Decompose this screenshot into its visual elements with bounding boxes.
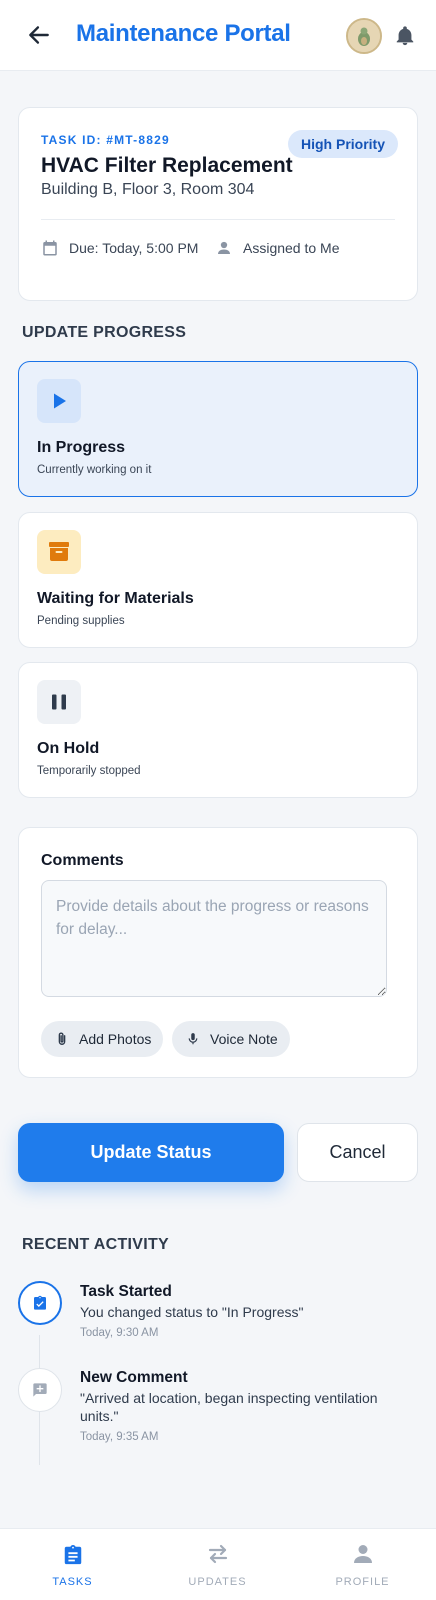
task-id: TASK ID: #MT-8829	[41, 133, 170, 147]
activity-title: Task Started	[80, 1283, 172, 1300]
timeline-dot	[18, 1281, 62, 1325]
app-title: Maintenance Portal	[76, 20, 291, 47]
assignee: Assigned to Me	[243, 240, 340, 256]
status-option-subtitle: Currently working on it	[37, 464, 152, 476]
comments-label: Comments	[41, 852, 124, 869]
add-photos-label: Add Photos	[79, 1031, 152, 1047]
swap-arrows-icon	[208, 1544, 227, 1564]
task-title: HVAC Filter Replacement	[41, 154, 293, 177]
due-date: Due: Today, 5:00 PM	[69, 240, 199, 256]
task-card: TASK ID: #MT-8829 High Priority HVAC Fil…	[18, 107, 418, 301]
status-option-subtitle: Temporarily stopped	[37, 765, 141, 777]
top-app-bar: Maintenance Portal	[0, 0, 436, 71]
back-arrow-icon[interactable]	[26, 22, 52, 48]
status-option-waiting-materials[interactable]: Waiting for Materials Pending supplies	[18, 512, 418, 648]
priority-badge: High Priority	[288, 130, 399, 158]
paperclip-icon	[58, 1032, 66, 1045]
microphone-icon	[188, 1033, 198, 1045]
clipboard-check-icon	[34, 1295, 46, 1310]
status-option-in-progress[interactable]: In Progress Currently working on it	[18, 361, 418, 497]
nav-label: TASKS	[52, 1576, 93, 1588]
pause-icon-tile	[37, 680, 81, 724]
comment-add-icon	[33, 1383, 47, 1397]
bottom-navigation: TASKS UPDATES PROFILE	[0, 1528, 436, 1600]
nav-tasks[interactable]: TASKS	[0, 1529, 145, 1600]
recent-activity-heading: RECENT ACTIVITY	[22, 1236, 170, 1253]
activity-time: Today, 9:30 AM	[80, 1327, 159, 1339]
play-icon-tile	[37, 379, 81, 423]
nav-label: UPDATES	[188, 1576, 247, 1588]
archive-box-icon	[49, 542, 69, 561]
status-option-on-hold[interactable]: On Hold Temporarily stopped	[18, 662, 418, 798]
update-status-button[interactable]: Update Status	[18, 1123, 284, 1182]
timeline-dot	[18, 1368, 62, 1412]
cancel-button[interactable]: Cancel	[297, 1123, 418, 1182]
archive-icon-tile	[37, 530, 81, 574]
calendar-icon	[43, 240, 57, 256]
nav-updates[interactable]: UPDATES	[145, 1529, 290, 1600]
nav-profile[interactable]: PROFILE	[290, 1529, 435, 1600]
voice-note-button[interactable]: Voice Note	[172, 1021, 290, 1057]
add-photos-button[interactable]: Add Photos	[41, 1021, 163, 1057]
clipboard-icon	[64, 1544, 81, 1565]
voice-note-label: Voice Note	[210, 1031, 278, 1047]
update-progress-heading: UPDATE PROGRESS	[22, 324, 187, 341]
nav-label: PROFILE	[335, 1576, 390, 1588]
activity-text: "Arrived at location, began inspecting v…	[80, 1390, 378, 1424]
status-option-title: Waiting for Materials	[37, 590, 194, 607]
status-option-subtitle: Pending supplies	[37, 615, 125, 627]
pause-icon	[52, 694, 66, 710]
activity-time: Today, 9:35 AM	[80, 1431, 159, 1443]
person-icon	[353, 1545, 372, 1563]
status-option-title: On Hold	[37, 740, 100, 757]
avatar[interactable]	[346, 18, 382, 54]
activity-text: You changed status to "In Progress"	[80, 1304, 304, 1320]
play-icon	[54, 393, 66, 409]
notification-bell-icon[interactable]	[394, 24, 416, 48]
person-icon	[218, 241, 230, 254]
divider	[41, 219, 395, 220]
comments-textarea[interactable]	[41, 880, 387, 997]
activity-title: New Comment	[80, 1369, 188, 1386]
comments-card: Comments Add Photos Voice Note	[18, 827, 418, 1078]
task-location: Building B, Floor 3, Room 304	[41, 181, 255, 198]
status-option-title: In Progress	[37, 439, 126, 456]
